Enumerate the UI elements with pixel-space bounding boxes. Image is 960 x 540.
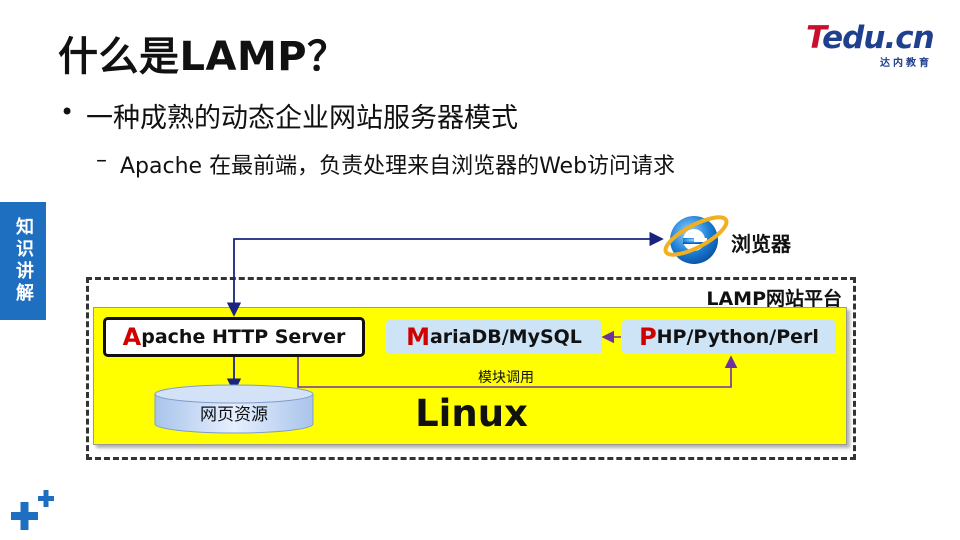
linux-text: Linux (415, 392, 528, 435)
ie-browser-icon (663, 215, 729, 264)
plus-decoration-icon (11, 490, 54, 530)
linux-label: Linux (0, 392, 943, 435)
browser-label: 浏览器 (731, 232, 791, 256)
module-call-label: 模块调用 (478, 370, 534, 386)
browser-apache-arrow (226, 231, 664, 317)
diagram-graphics (154, 215, 738, 434)
